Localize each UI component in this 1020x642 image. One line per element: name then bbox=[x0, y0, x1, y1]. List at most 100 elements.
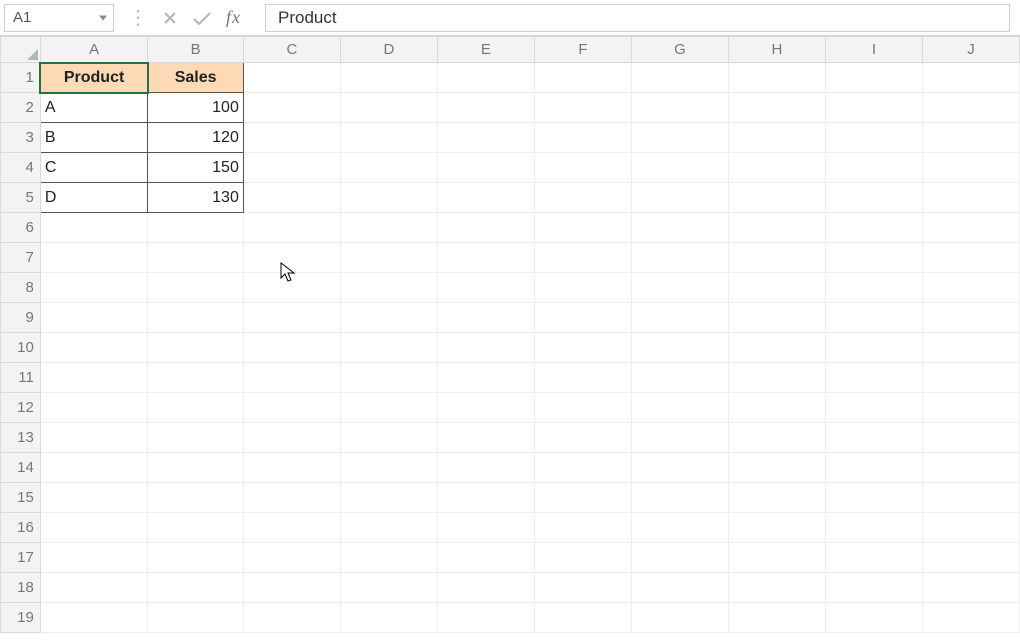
cell[interactable] bbox=[243, 303, 340, 333]
cell[interactable] bbox=[922, 393, 1019, 423]
cell[interactable] bbox=[340, 453, 437, 483]
cell[interactable] bbox=[631, 213, 728, 243]
cell[interactable] bbox=[243, 273, 340, 303]
cell[interactable] bbox=[534, 183, 631, 213]
cell[interactable] bbox=[631, 123, 728, 153]
cell[interactable] bbox=[631, 333, 728, 363]
cell[interactable] bbox=[728, 123, 825, 153]
cell[interactable] bbox=[243, 213, 340, 243]
cell[interactable] bbox=[534, 303, 631, 333]
cell-A5[interactable]: D bbox=[40, 183, 148, 213]
cell[interactable] bbox=[825, 213, 922, 243]
cell-B2[interactable]: 100 bbox=[148, 93, 243, 123]
cell[interactable] bbox=[728, 573, 825, 603]
column-header[interactable]: C bbox=[243, 37, 340, 63]
cell[interactable] bbox=[40, 213, 148, 243]
row-header[interactable]: 15 bbox=[1, 483, 41, 513]
cell[interactable] bbox=[148, 513, 243, 543]
cell[interactable] bbox=[437, 573, 534, 603]
cell[interactable] bbox=[40, 573, 148, 603]
column-header[interactable]: F bbox=[534, 37, 631, 63]
cell[interactable] bbox=[922, 303, 1019, 333]
cell[interactable] bbox=[40, 543, 148, 573]
cell-B1[interactable]: Sales bbox=[148, 63, 243, 93]
cell[interactable] bbox=[437, 273, 534, 303]
cell[interactable] bbox=[40, 303, 148, 333]
cell[interactable] bbox=[631, 303, 728, 333]
cell[interactable] bbox=[534, 93, 631, 123]
cell[interactable] bbox=[534, 393, 631, 423]
cell-A1[interactable]: Product bbox=[40, 63, 148, 93]
cell[interactable] bbox=[631, 543, 728, 573]
cell[interactable] bbox=[437, 123, 534, 153]
column-header[interactable]: J bbox=[922, 37, 1019, 63]
cell[interactable] bbox=[534, 273, 631, 303]
cell[interactable] bbox=[922, 603, 1019, 633]
cell[interactable] bbox=[631, 183, 728, 213]
cell[interactable] bbox=[825, 243, 922, 273]
cell[interactable] bbox=[728, 393, 825, 423]
cell[interactable] bbox=[437, 243, 534, 273]
cell[interactable] bbox=[825, 93, 922, 123]
cell[interactable] bbox=[631, 363, 728, 393]
row-header[interactable]: 7 bbox=[1, 243, 41, 273]
cell[interactable] bbox=[728, 363, 825, 393]
cell[interactable] bbox=[148, 603, 243, 633]
cell[interactable] bbox=[148, 243, 243, 273]
cell[interactable] bbox=[728, 93, 825, 123]
cell[interactable] bbox=[340, 123, 437, 153]
row-header[interactable]: 12 bbox=[1, 393, 41, 423]
cell[interactable] bbox=[437, 213, 534, 243]
cell-A3[interactable]: B bbox=[40, 123, 148, 153]
cell[interactable] bbox=[437, 603, 534, 633]
cell[interactable] bbox=[922, 213, 1019, 243]
cell[interactable] bbox=[340, 543, 437, 573]
cell[interactable] bbox=[728, 423, 825, 453]
cancel-icon[interactable] bbox=[162, 10, 178, 26]
cell[interactable] bbox=[631, 153, 728, 183]
row-header[interactable]: 14 bbox=[1, 453, 41, 483]
cell[interactable] bbox=[243, 573, 340, 603]
cell[interactable] bbox=[148, 393, 243, 423]
spreadsheet-grid[interactable]: A B C D E F G H I J 1 Product Sales 2 A … bbox=[0, 36, 1020, 642]
cell[interactable] bbox=[340, 483, 437, 513]
cell[interactable] bbox=[728, 513, 825, 543]
cell[interactable] bbox=[631, 453, 728, 483]
cell[interactable] bbox=[437, 63, 534, 93]
cell[interactable] bbox=[922, 573, 1019, 603]
cell[interactable] bbox=[825, 393, 922, 423]
name-box-dropdown-icon[interactable] bbox=[99, 15, 107, 20]
cell[interactable] bbox=[534, 213, 631, 243]
cell[interactable] bbox=[922, 63, 1019, 93]
cell[interactable] bbox=[728, 453, 825, 483]
cell[interactable] bbox=[243, 483, 340, 513]
cell[interactable] bbox=[148, 543, 243, 573]
row-header[interactable]: 11 bbox=[1, 363, 41, 393]
cell[interactable] bbox=[728, 543, 825, 573]
cell[interactable] bbox=[825, 543, 922, 573]
row-header[interactable]: 17 bbox=[1, 543, 41, 573]
cell[interactable] bbox=[437, 543, 534, 573]
cell[interactable] bbox=[728, 183, 825, 213]
cell[interactable] bbox=[437, 483, 534, 513]
row-header[interactable]: 3 bbox=[1, 123, 41, 153]
cell[interactable] bbox=[243, 513, 340, 543]
cell[interactable] bbox=[437, 333, 534, 363]
column-header[interactable]: G bbox=[631, 37, 728, 63]
cell[interactable] bbox=[534, 603, 631, 633]
cell[interactable] bbox=[340, 303, 437, 333]
cell[interactable] bbox=[40, 513, 148, 543]
cell[interactable] bbox=[825, 63, 922, 93]
cell[interactable] bbox=[534, 483, 631, 513]
cell[interactable] bbox=[340, 213, 437, 243]
cell[interactable] bbox=[631, 63, 728, 93]
cell[interactable] bbox=[534, 153, 631, 183]
row-header[interactable]: 4 bbox=[1, 153, 41, 183]
cell[interactable] bbox=[728, 153, 825, 183]
cell[interactable] bbox=[631, 393, 728, 423]
cell[interactable] bbox=[825, 153, 922, 183]
cell[interactable] bbox=[243, 333, 340, 363]
cell[interactable] bbox=[148, 483, 243, 513]
row-header[interactable]: 5 bbox=[1, 183, 41, 213]
cell[interactable] bbox=[437, 93, 534, 123]
